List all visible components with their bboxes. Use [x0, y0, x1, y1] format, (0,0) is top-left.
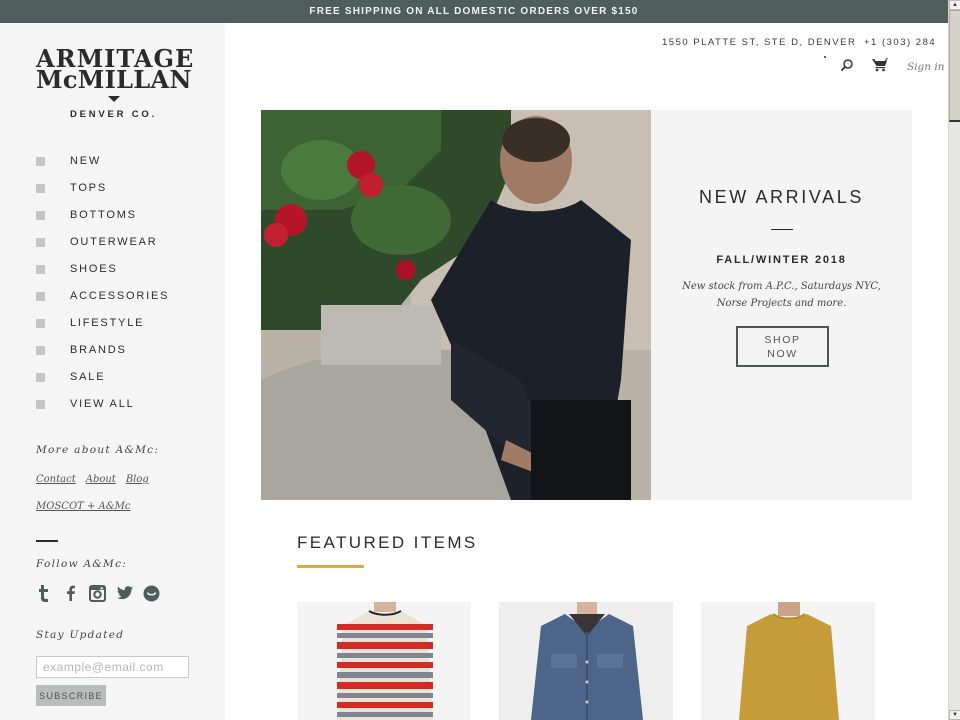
nav-label: BRANDS: [70, 343, 127, 356]
logo-subtitle: DENVER CO.: [69, 109, 158, 120]
nav-label: OUTERWEAR: [70, 235, 158, 248]
category-nav: NEW TOPS BOTTOMS OUTERWEAR SHOES ACCESSO…: [36, 147, 169, 417]
shop-now-line-1: SHOP: [764, 333, 801, 346]
nav-label: SHOES: [70, 262, 118, 275]
nav-item-new[interactable]: NEW: [36, 147, 169, 174]
more-about-links: Contact About Blog: [36, 474, 149, 485]
nav-bullet-icon: [36, 238, 45, 247]
hero-rule: [771, 229, 793, 230]
brand-logo[interactable]: ARMITAGE McMILLAN DENVER CO.: [36, 47, 193, 121]
nav-label: BOTTOMS: [70, 208, 137, 221]
nav-bullet-icon: [36, 373, 45, 382]
nav-item-shoes[interactable]: SHOES: [36, 255, 169, 282]
nav-label: LIFESTYLE: [70, 316, 145, 329]
hero-season: FALL/WINTER 2018: [716, 254, 847, 266]
shop-now-line-2: NOW: [767, 347, 798, 360]
decorative-dot: [824, 56, 826, 58]
nav-bullet-icon: [36, 265, 45, 274]
hero-title: NEW ARRIVALS: [699, 187, 864, 207]
nav-label: SALE: [70, 370, 106, 383]
nav-bullet-icon: [36, 292, 45, 301]
more-about-heading: More about A&Mc:: [36, 444, 160, 456]
nav-bullet-icon: [36, 400, 45, 409]
subscribe-button[interactable]: SUBSCRIBE: [36, 685, 106, 706]
promo-bar: FREE SHIPPING ON ALL DOMESTIC ORDERS OVE…: [0, 0, 948, 23]
product-card-red-striped-sweater[interactable]: [297, 602, 471, 720]
hero-panel: NEW ARRIVALS FALL/WINTER 2018 New stock …: [651, 110, 912, 500]
nav-item-bottoms[interactable]: BOTTOMS: [36, 201, 169, 228]
product-image-denim-jacket: [531, 602, 643, 720]
email-input[interactable]: [36, 656, 189, 678]
foursquare-icon[interactable]: [143, 584, 160, 602]
nav-label: ACCESSORIES: [70, 289, 170, 302]
nav-item-accessories[interactable]: ACCESSORIES: [36, 282, 169, 309]
nav-bullet-icon: [36, 157, 45, 166]
about-link[interactable]: About: [86, 474, 116, 485]
logo-arrow-icon: [107, 96, 120, 102]
page-scrollbar[interactable]: ▲ ▼: [948, 0, 960, 720]
hero-banner: NEW ARRIVALS FALL/WINTER 2018 New stock …: [261, 110, 912, 500]
nav-bullet-icon: [36, 211, 45, 220]
sidebar-divider: [36, 540, 58, 542]
nav-label: NEW: [70, 154, 102, 167]
shop-now-button[interactable]: SHOP NOW: [736, 326, 829, 367]
moscot-link[interactable]: MOSCOT + A&Mc: [36, 501, 131, 512]
logo-line-2: McMILLAN: [36, 65, 192, 94]
hero-description: New stock from A.P.C., Saturdays NYC, No…: [682, 281, 881, 309]
cart-icon[interactable]: [872, 57, 888, 72]
promo-text: FREE SHIPPING ON ALL DOMESTIC ORDERS OVE…: [309, 6, 639, 17]
nav-item-lifestyle[interactable]: LIFESTYLE: [36, 309, 169, 336]
hero-image[interactable]: [261, 110, 651, 500]
nav-item-outerwear[interactable]: OUTERWEAR: [36, 228, 169, 255]
blog-link[interactable]: Blog: [126, 474, 149, 485]
product-image-red-striped-sweater: [337, 602, 433, 720]
product-card-denim-jacket[interactable]: [499, 602, 673, 720]
featured-underline: [297, 565, 364, 568]
nav-bullet-icon: [36, 319, 45, 328]
store-phone[interactable]: +1 (303) 284: [864, 37, 936, 48]
twitter-icon[interactable]: [116, 584, 133, 602]
nav-item-view-all[interactable]: VIEW ALL: [36, 390, 169, 417]
contact-link[interactable]: Contact: [36, 474, 76, 485]
nav-label: VIEW ALL: [70, 397, 135, 410]
nav-bullet-icon: [36, 346, 45, 355]
scroll-up-button[interactable]: ▲: [949, 0, 960, 10]
product-card-mustard-sweater[interactable]: [701, 602, 875, 720]
nav-item-sale[interactable]: SALE: [36, 363, 169, 390]
featured-items-title: FEATURED ITEMS: [297, 533, 478, 552]
store-address: 1550 PLATTE ST, STE D, DENVER: [662, 37, 857, 48]
social-links: [35, 584, 160, 602]
stay-updated-heading: Stay Updated: [36, 629, 125, 641]
sidebar: ARMITAGE McMILLAN DENVER CO. NEW TOPS BO…: [0, 23, 225, 720]
instagram-icon[interactable]: [89, 584, 106, 602]
search-icon[interactable]: [840, 58, 854, 72]
sign-in-link[interactable]: Sign in: [907, 61, 945, 73]
nav-item-tops[interactable]: TOPS: [36, 174, 169, 201]
scroll-down-button[interactable]: ▼: [949, 710, 960, 720]
nav-bullet-icon: [36, 184, 45, 193]
nav-item-brands[interactable]: BRANDS: [36, 336, 169, 363]
scroll-thumb[interactable]: [949, 10, 960, 122]
product-image-mustard-sweater: [739, 602, 839, 720]
follow-heading: Follow A&Mc:: [36, 558, 128, 570]
nav-label: TOPS: [70, 181, 107, 194]
tumblr-icon[interactable]: [35, 584, 52, 602]
facebook-icon[interactable]: [62, 584, 79, 602]
